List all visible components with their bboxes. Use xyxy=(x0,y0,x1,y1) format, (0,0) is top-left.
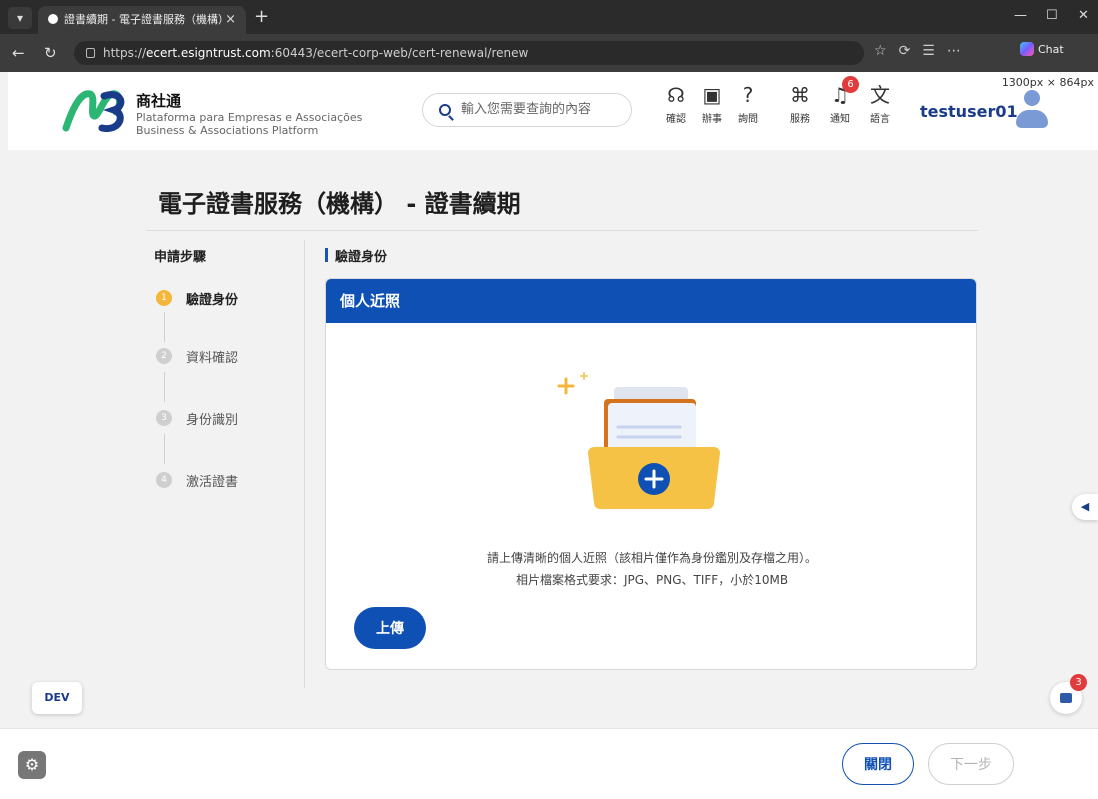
avatar-body xyxy=(1016,110,1048,128)
step-number: 2 xyxy=(156,348,172,364)
favorites-icon[interactable]: ☰ xyxy=(922,43,947,59)
translate-icon: 文 xyxy=(870,83,890,107)
notification-badge: 6 xyxy=(842,76,859,93)
search-icon xyxy=(439,104,451,116)
brand-subtitle-en: Business & Associations Platform xyxy=(136,124,319,137)
avatar[interactable] xyxy=(1014,86,1050,132)
site-header: 商社通 Plataforma para Empresas e Associaçõ… xyxy=(8,72,1098,150)
services-grid-icon: ⌘ xyxy=(790,83,810,107)
step-label: 激活證書 xyxy=(186,475,239,490)
step-connector xyxy=(164,434,165,464)
tab-close-button[interactable]: × xyxy=(225,6,236,34)
nav-notifications-label: 通知 xyxy=(830,114,850,125)
side-panel-toggle-icon[interactable]: ◀ xyxy=(1072,494,1098,520)
section-title: 驗證身份 xyxy=(325,246,387,265)
site-favicon-icon xyxy=(48,14,58,24)
copilot-icon xyxy=(1020,42,1034,56)
favorite-star-icon[interactable]: ☆ xyxy=(874,43,899,59)
brand-subtitle-pt: Plataforma para Empresas e Associações xyxy=(136,111,363,124)
maximize-icon[interactable]: ☐ xyxy=(1046,8,1058,23)
title-divider xyxy=(146,230,978,231)
nav-services-label: 服務 xyxy=(790,114,810,125)
chat-label: Chat xyxy=(1038,43,1064,56)
step-label: 身份識別 xyxy=(186,413,239,428)
footer-bar: ⚙ 關閉 下一步 xyxy=(0,728,1098,799)
step-label: 驗證身份 xyxy=(186,293,239,308)
next-step-button[interactable]: 下一步 xyxy=(928,743,1014,785)
chat-icon xyxy=(1060,693,1072,703)
url-prefix: https:// xyxy=(103,46,147,60)
copilot-chat-button[interactable]: Chat xyxy=(1020,42,1064,56)
chat-fab[interactable]: 3 xyxy=(1050,674,1087,714)
nav-inquiry-label: 詢問 xyxy=(738,114,758,125)
question-icon: ? xyxy=(742,83,754,107)
nav-tasks-label: 辦事 xyxy=(702,114,722,125)
steps-title: 申請步驟 xyxy=(154,250,207,265)
step-number: 4 xyxy=(156,472,172,488)
brand-block: 商社通 Plataforma para Empresas e Associaçõ… xyxy=(136,90,362,137)
step-number: 3 xyxy=(156,410,172,426)
browser-address-bar: ← ↻ https://ecert.esigntrust.com:60443/e… xyxy=(0,34,1098,72)
card-description: 請上傳清晰的個人近照（該相片僅作為身份鑑別及存檔之用）。 xyxy=(486,551,817,565)
step-connector xyxy=(164,312,165,342)
back-icon[interactable]: ← xyxy=(12,44,25,62)
reload-icon[interactable]: ↻ xyxy=(44,44,57,62)
folder-upload-icon xyxy=(557,372,720,509)
avatar-head xyxy=(1024,90,1040,106)
dev-badge[interactable]: DEV xyxy=(32,682,82,714)
browser-tab[interactable]: 證書續期 - 電子證書服務（機構） × xyxy=(38,6,246,34)
step-number: 1 xyxy=(156,290,172,306)
nav-confirm-label: 確認 xyxy=(666,114,686,125)
nav-confirm[interactable]: ☊ 確認 xyxy=(658,82,694,125)
lock-icon xyxy=(86,48,95,58)
search-input[interactable]: 輸入您需要查詢的內容 xyxy=(422,93,632,127)
confirm-icon: ☊ xyxy=(667,83,685,107)
brand-name: 商社通 xyxy=(136,92,182,110)
nav-inquiry[interactable]: ? 詢問 xyxy=(730,82,766,125)
column-divider xyxy=(304,240,305,688)
close-window-icon[interactable]: ✕ xyxy=(1078,8,1089,23)
username[interactable]: testuser01 xyxy=(920,102,1018,121)
url-field[interactable]: https://ecert.esigntrust.com:60443/ecert… xyxy=(74,41,864,65)
upload-button[interactable]: 上傳 xyxy=(354,607,426,649)
extensions-icon[interactable]: ⟳ xyxy=(899,43,923,59)
mb-logo-icon[interactable] xyxy=(60,84,126,136)
briefcase-icon: ▣ xyxy=(702,83,722,107)
nav-language[interactable]: 文 語言 xyxy=(862,82,898,125)
url-host: ecert.esigntrust.com xyxy=(146,46,271,60)
nav-notifications[interactable]: ♫ 6 通知 xyxy=(822,76,859,125)
tab-title: 證書續期 - 電子證書服務（機構） xyxy=(64,13,229,26)
tab-search-button[interactable]: ▾ xyxy=(8,7,32,29)
viewport-size-indicator: 1300px × 864px xyxy=(1001,76,1094,89)
url-path: :60443/ecert-corp-web/cert-renewal/renew xyxy=(270,46,529,60)
nav-services[interactable]: ⌘ 服務 xyxy=(782,82,818,125)
step-label: 資料確認 xyxy=(186,351,239,366)
browser-tab-bar: ▾ 證書續期 - 電子證書服務（機構） × + — ☐ ✕ xyxy=(0,0,1098,34)
gear-icon[interactable]: ⚙ xyxy=(18,751,46,779)
more-menu-icon[interactable]: ⋯ xyxy=(947,43,973,59)
page-title: 電子證書服務（機構） - 證書續期 xyxy=(158,190,521,218)
card-header: 個人近照 xyxy=(326,279,976,323)
close-button[interactable]: 關閉 xyxy=(842,743,914,785)
step-connector xyxy=(164,372,165,402)
new-tab-button[interactable]: + xyxy=(254,7,269,27)
search-placeholder: 輸入您需要查詢的內容 xyxy=(461,102,592,117)
photo-upload-card: 個人近照 請上傳清晰的個人近照（該相片僅作為身份鑑別及存檔之用）。 相片檔案格式… xyxy=(325,278,977,670)
address-bar-icons[interactable]: ☆⟳☰⋯ xyxy=(874,43,973,59)
nav-tasks[interactable]: ▣ 辦事 xyxy=(694,82,730,125)
card-format-requirements: 相片檔案格式要求：JPG、PNG、TIFF，小於10MB xyxy=(515,573,789,587)
minimize-icon[interactable]: — xyxy=(1014,8,1027,23)
chat-badge: 3 xyxy=(1070,674,1087,691)
nav-language-label: 語言 xyxy=(870,114,890,125)
